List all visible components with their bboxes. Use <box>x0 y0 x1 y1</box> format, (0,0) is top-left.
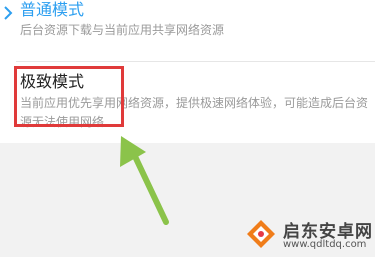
watermark-url: www.qdltdq.com <box>283 239 367 250</box>
watermark-logo-icon <box>247 220 275 248</box>
watermark: 启东安卓网 www.qdltdq.com <box>240 214 375 257</box>
